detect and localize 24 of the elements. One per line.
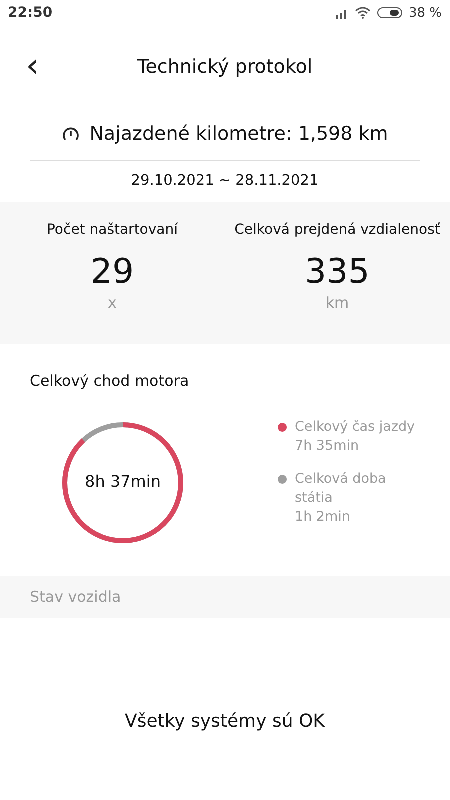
signal-icon: [334, 7, 349, 19]
legend-label: Celkový čas jazdy: [295, 418, 416, 437]
stat-unit: km: [326, 294, 350, 312]
date-range: 29.10.2021 ~ 28.11.2021: [130, 172, 320, 191]
total-time: 8h 37min: [84, 472, 162, 491]
battery-icon: [376, 7, 403, 19]
legend-value: 7h 35min: [295, 437, 360, 456]
stat-value: 29: [90, 252, 134, 292]
page-title: Technický protokol: [137, 56, 313, 78]
status-message: Všetky systémy sú OK: [124, 711, 326, 732]
speedometer-icon: [62, 126, 80, 142]
section-header: Stav vozidla: [0, 576, 450, 618]
status-time: 22:50: [8, 5, 53, 21]
stat-value: 335: [305, 252, 370, 292]
stat-label: Počet naštartovaní: [46, 222, 178, 238]
stat-label: Celková prejdená vzdialenosť: [234, 222, 440, 238]
battery-level: 38 %: [408, 6, 442, 20]
legend-value: 1h 2min: [295, 508, 352, 527]
back-button[interactable]: ‹: [20, 48, 46, 84]
stat-unit: x: [108, 294, 117, 312]
legend-label: Celková doba státia: [295, 470, 388, 508]
section-title: Celkový chod motora: [30, 372, 190, 390]
wifi-icon: [354, 7, 371, 19]
odometer-reading: Najazdené kilometre: 1,598 km: [90, 123, 388, 145]
